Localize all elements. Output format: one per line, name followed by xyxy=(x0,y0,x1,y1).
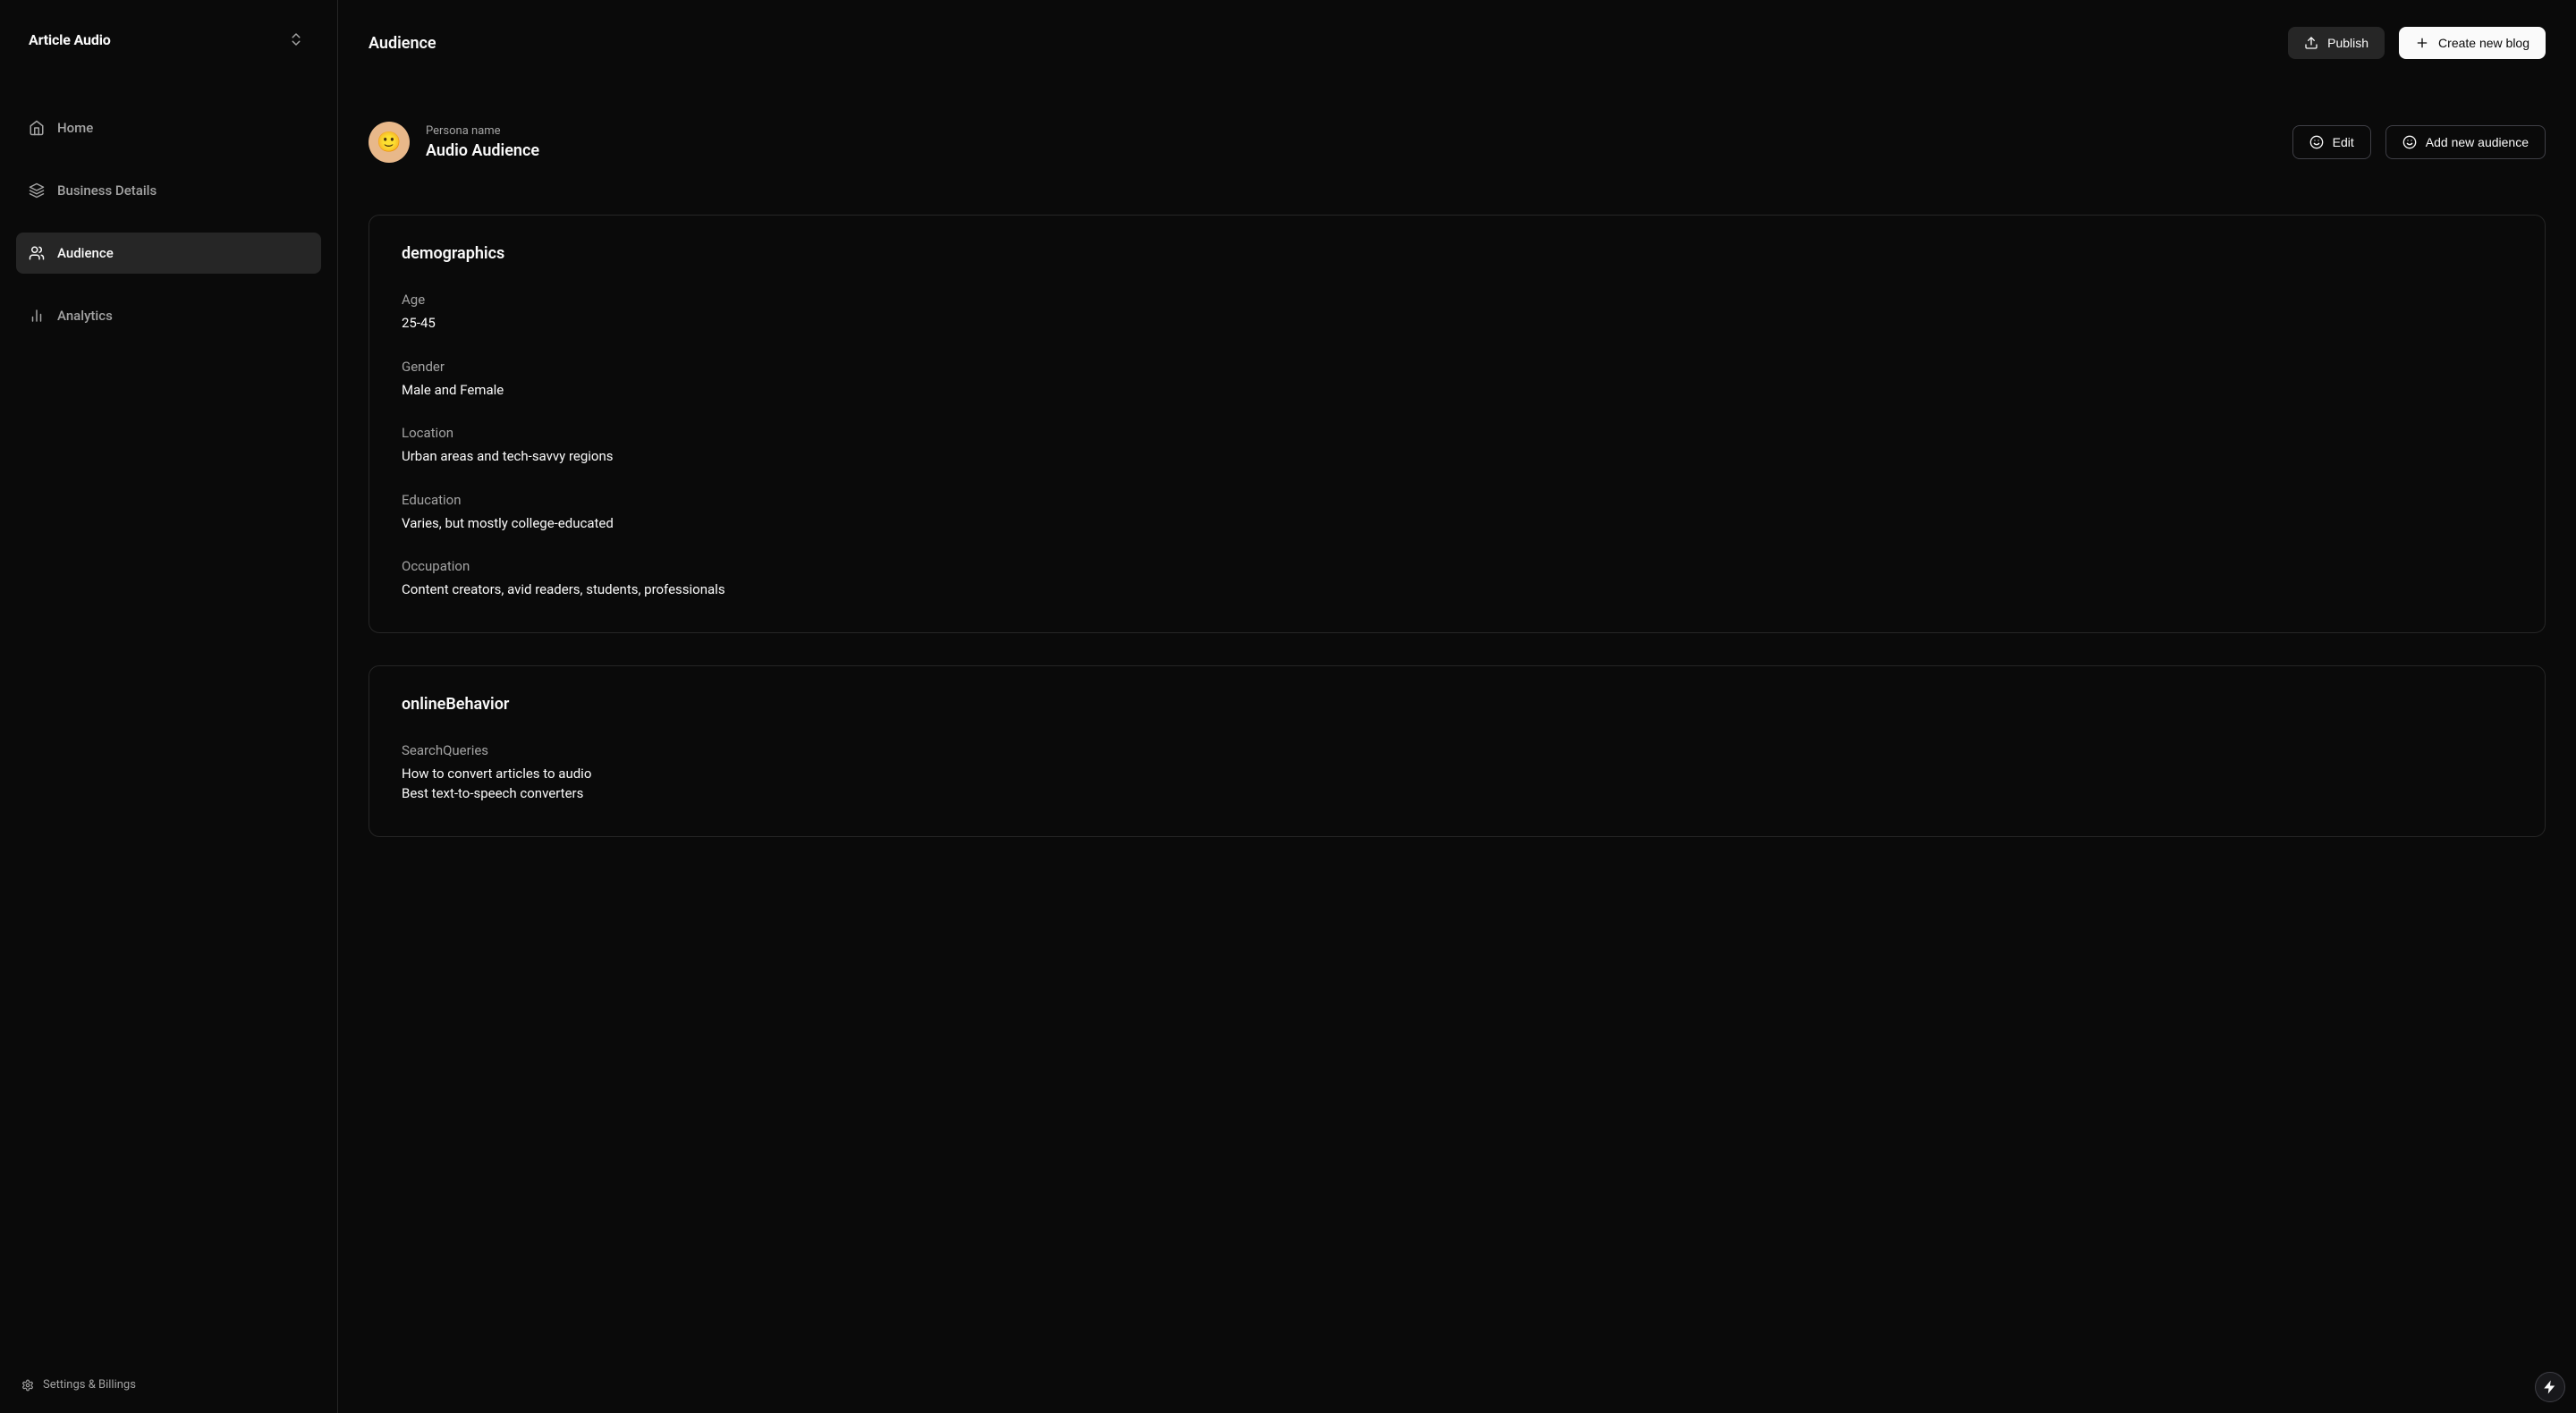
sidebar-item-analytics[interactable]: Analytics xyxy=(16,295,321,336)
settings-label: Settings & Billings xyxy=(43,1378,136,1392)
field-gender: Gender Male and Female xyxy=(402,359,2512,401)
smile-icon xyxy=(2309,135,2324,149)
help-badge[interactable] xyxy=(2535,1372,2565,1402)
sidebar-item-label: Analytics xyxy=(57,308,113,324)
create-blog-button[interactable]: Create new blog xyxy=(2399,27,2546,59)
header-actions: Publish Create new blog xyxy=(2288,27,2546,59)
section-title: demographics xyxy=(402,244,2512,263)
main: Audience Publish Create new blog 🙂 xyxy=(338,0,2576,1413)
persona-name: Audio Audience xyxy=(426,141,539,160)
page-title: Audience xyxy=(369,34,436,53)
main-content[interactable]: 🙂 Persona name Audio Audience Edit xyxy=(338,86,2576,1413)
plus-icon xyxy=(2415,36,2429,50)
field-value: Content creators, avid readers, students… xyxy=(402,580,2512,600)
field-value: Urban areas and tech-savvy regions xyxy=(402,446,2512,467)
field-location: Location Urban areas and tech-savvy regi… xyxy=(402,425,2512,467)
persona-left: 🙂 Persona name Audio Audience xyxy=(369,122,539,163)
field-label: Occupation xyxy=(402,558,2512,574)
chart-icon xyxy=(29,308,45,324)
field-value: 25-45 xyxy=(402,313,2512,334)
sidebar-header: Article Audio xyxy=(0,0,337,79)
main-header: Audience Publish Create new blog xyxy=(338,0,2576,86)
sidebar-item-label: Home xyxy=(57,120,93,136)
layers-icon xyxy=(29,182,45,199)
sidebar-footer: Settings & Billings xyxy=(0,1362,337,1413)
edit-button[interactable]: Edit xyxy=(2292,125,2371,159)
sidebar-item-label: Audience xyxy=(57,245,114,261)
publish-label: Publish xyxy=(2327,36,2368,50)
users-icon xyxy=(29,245,45,261)
avatar: 🙂 xyxy=(369,122,410,163)
field-education: Education Varies, but mostly college-edu… xyxy=(402,492,2512,534)
section-title: onlineBehavior xyxy=(402,695,2512,714)
edit-label: Edit xyxy=(2333,135,2354,149)
field-value: Male and Female xyxy=(402,380,2512,401)
gear-icon xyxy=(21,1379,34,1392)
brand-name: Article Audio xyxy=(29,31,111,48)
field-occupation: Occupation Content creators, avid reader… xyxy=(402,558,2512,600)
bolt-icon xyxy=(2542,1379,2558,1395)
persona-actions: Edit Add new audience xyxy=(2292,125,2546,159)
section-demographics: demographics Age 25-45 Gender Male and F… xyxy=(369,215,2546,633)
field-label: Education xyxy=(402,492,2512,508)
avatar-emoji: 🙂 xyxy=(377,131,401,154)
field-label: Age xyxy=(402,292,2512,308)
persona-meta-label: Persona name xyxy=(426,124,539,138)
field-label: Gender xyxy=(402,359,2512,375)
field-age: Age 25-45 xyxy=(402,292,2512,334)
section-online-behavior: onlineBehavior SearchQueries How to conv… xyxy=(369,665,2546,837)
sidebar-item-label: Business Details xyxy=(57,182,157,199)
add-label: Add new audience xyxy=(2426,135,2529,149)
field-label: Location xyxy=(402,425,2512,441)
field-value: Varies, but mostly college-educated xyxy=(402,513,2512,534)
field-label: SearchQueries xyxy=(402,742,2512,758)
add-audience-button[interactable]: Add new audience xyxy=(2385,125,2546,159)
sidebar-item-business-details[interactable]: Business Details xyxy=(16,170,321,211)
sidebar: Article Audio Home Business Details Audi… xyxy=(0,0,338,1413)
field-value: How to convert articles to audio Best te… xyxy=(402,764,2512,804)
publish-button[interactable]: Publish xyxy=(2288,27,2385,59)
sidebar-nav: Home Business Details Audience Analytics xyxy=(0,79,337,1362)
home-icon xyxy=(29,120,45,136)
persona-row: 🙂 Persona name Audio Audience Edit xyxy=(369,122,2546,163)
field-search-queries: SearchQueries How to convert articles to… xyxy=(402,742,2512,804)
create-label: Create new blog xyxy=(2438,36,2529,50)
expand-toggle[interactable] xyxy=(284,27,309,52)
persona-meta: Persona name Audio Audience xyxy=(426,124,539,160)
sidebar-item-audience[interactable]: Audience xyxy=(16,233,321,274)
settings-link[interactable]: Settings & Billings xyxy=(21,1378,316,1392)
chevrons-up-down-icon xyxy=(288,31,304,47)
upload-icon xyxy=(2304,36,2318,50)
sidebar-item-home[interactable]: Home xyxy=(16,107,321,148)
smile-plus-icon xyxy=(2402,135,2417,149)
